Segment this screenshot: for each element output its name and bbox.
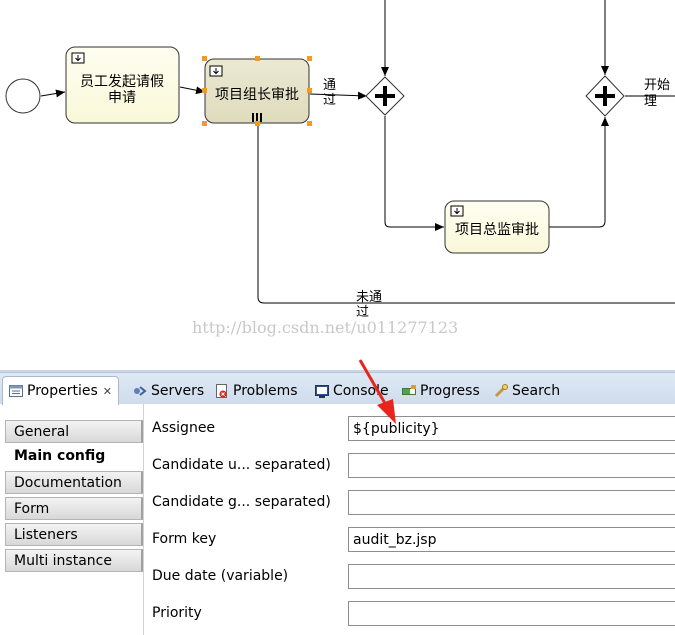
due-date-label: Due date (variable) xyxy=(152,568,289,584)
parallel-gateway-join[interactable] xyxy=(585,75,625,117)
flow-label: 通 xyxy=(323,78,336,93)
nav-item-listeners[interactable]: Listeners xyxy=(5,523,143,546)
tab-progress[interactable]: Progress xyxy=(401,376,480,405)
tab-search[interactable]: Search xyxy=(493,376,560,405)
candidate-users-field[interactable] xyxy=(348,453,675,478)
candidate-groups-field[interactable] xyxy=(348,490,675,515)
form-key-field[interactable] xyxy=(348,527,675,552)
section-divider xyxy=(143,404,144,635)
close-icon[interactable]: ✕ xyxy=(103,385,112,398)
properties-section-nav: General Main config Documentation Form L… xyxy=(3,416,143,635)
task-label: 员工发起请假 xyxy=(80,74,164,90)
task-label: 项目总监审批 xyxy=(455,222,539,238)
multi-instance-icon xyxy=(252,113,262,122)
flow-label: 未通 xyxy=(356,290,382,305)
task-apply-leave[interactable]: 员工发起请假 申请 xyxy=(65,46,180,124)
assignee-field[interactable] xyxy=(348,416,675,441)
task-director-approve[interactable]: 项目总监审批 xyxy=(444,200,550,254)
flow-gateway-to-director[interactable] xyxy=(384,116,444,231)
flow-label: 过 xyxy=(323,93,336,108)
priority-field[interactable] xyxy=(348,601,675,626)
priority-label: Priority xyxy=(152,605,202,621)
tab-properties[interactable]: Properties ✕ xyxy=(2,376,119,405)
candidate-groups-label: Candidate g... separated) xyxy=(152,494,331,510)
flow-start-to-apply[interactable] xyxy=(40,89,66,98)
console-icon xyxy=(315,384,329,398)
nav-item-form[interactable]: Form xyxy=(5,497,143,520)
problems-icon xyxy=(216,383,227,398)
bpmn-diagram: 员工发起请假 申请 项目组长审批 项目总监审批 通 过 开始 理 未通 过 ht… xyxy=(0,0,675,372)
view-tab-bar: Properties ✕ Servers Problems Console Pr… xyxy=(0,372,675,405)
properties-icon xyxy=(9,385,23,397)
search-icon xyxy=(494,383,508,397)
nav-item-general[interactable]: General xyxy=(5,420,143,443)
task-leader-approve[interactable]: 项目组长审批 xyxy=(202,56,312,126)
start-event[interactable] xyxy=(5,78,41,114)
tab-servers[interactable]: Servers xyxy=(132,376,204,405)
assignee-label: Assignee xyxy=(152,420,216,436)
process-diagram-canvas[interactable]: 员工发起请假 申请 项目组长审批 项目总监审批 通 过 开始 理 未通 过 ht… xyxy=(0,0,675,372)
parallel-gateway-split[interactable] xyxy=(365,76,405,116)
task-label: 申请 xyxy=(108,90,136,106)
flow-leader-to-gateway[interactable] xyxy=(309,91,368,100)
nav-item-documentation[interactable]: Documentation xyxy=(5,471,143,494)
views-panel: Properties ✕ Servers Problems Console Pr… xyxy=(0,372,675,635)
flow-director-to-join[interactable] xyxy=(549,117,609,228)
flow-label: 开始 xyxy=(644,78,670,93)
servers-icon xyxy=(134,385,147,396)
candidate-users-label: Candidate u... separated) xyxy=(152,457,331,473)
flow-label: 理 xyxy=(644,94,657,109)
tab-console[interactable]: Console xyxy=(314,376,389,405)
nav-item-multi-instance[interactable]: Multi instance xyxy=(5,549,143,572)
due-date-field[interactable] xyxy=(348,564,675,589)
nav-item-main-config[interactable]: Main config xyxy=(5,444,143,467)
watermark: http://blog.csdn.net/u011277123 xyxy=(192,318,458,337)
form-key-label: Form key xyxy=(152,531,217,547)
tab-problems[interactable]: Problems xyxy=(214,376,298,405)
progress-icon xyxy=(402,384,416,395)
flow-apply-to-leader[interactable] xyxy=(179,86,206,95)
task-label: 项目组长审批 xyxy=(215,87,299,103)
